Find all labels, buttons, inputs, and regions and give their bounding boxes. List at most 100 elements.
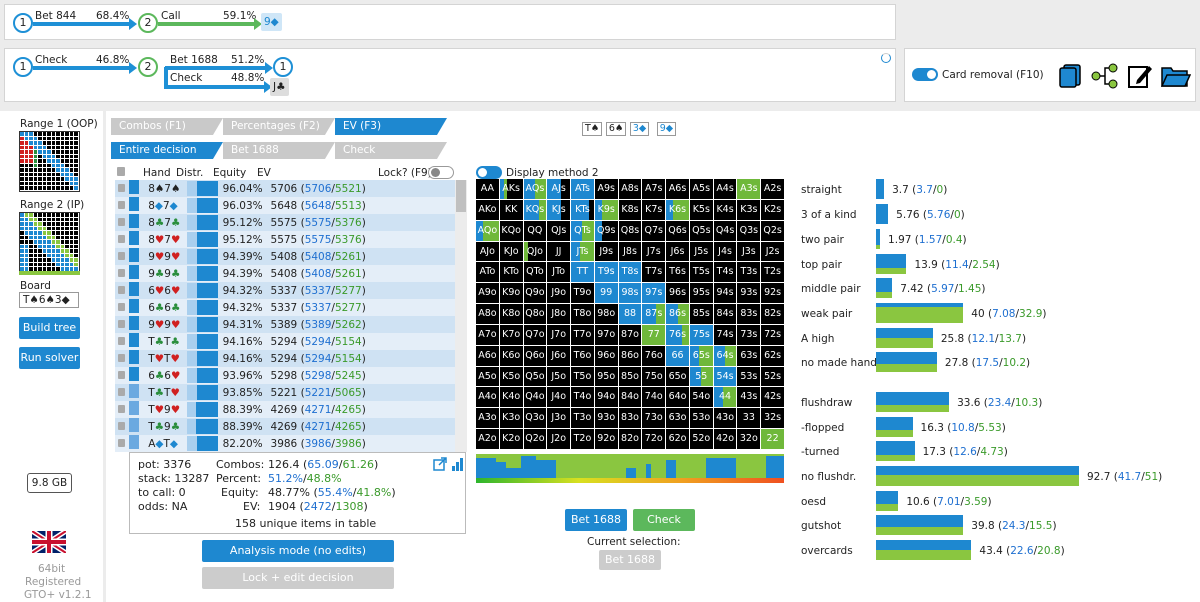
- matrix-cell[interactable]: 86o: [618, 345, 642, 366]
- build-tree-button[interactable]: Build tree: [19, 317, 80, 339]
- matrix-cell[interactable]: 99: [594, 283, 618, 304]
- matrix-cell[interactable]: Q2o: [523, 429, 547, 449]
- chart-icon[interactable]: [451, 457, 465, 471]
- tree-node-2[interactable]: 2: [138, 57, 158, 77]
- matrix-cell[interactable]: 65s: [689, 345, 713, 366]
- matrix-cell[interactable]: 97o: [594, 324, 618, 345]
- matrix-cell[interactable]: 86s: [666, 304, 689, 324]
- matrix-cell[interactable]: KTs: [571, 199, 594, 220]
- matrix-cell[interactable]: 64o: [666, 387, 689, 408]
- matrix-cell[interactable]: A2o: [476, 429, 499, 449]
- table-row[interactable]: T♥T♥ 94.16% 5294 (5294/5154): [115, 350, 455, 367]
- matrix-cell[interactable]: Q2s: [761, 220, 784, 241]
- matrix-cell[interactable]: T8s: [618, 262, 642, 283]
- matrix-cell[interactable]: K9o: [499, 283, 523, 304]
- matrix-cell[interactable]: J2o: [547, 429, 571, 449]
- row-lock-icon[interactable]: [115, 435, 129, 452]
- matrix-cell[interactable]: A8o: [476, 304, 499, 324]
- matrix-cell[interactable]: Q8o: [523, 304, 547, 324]
- matrix-cell[interactable]: 62s: [761, 345, 784, 366]
- table-row[interactable]: T♥9♥ 88.39% 4269 (4271/4265): [115, 401, 455, 418]
- matrix-cell[interactable]: 88: [618, 304, 642, 324]
- matrix-cell[interactable]: T8o: [571, 304, 594, 324]
- matrix-cell[interactable]: K2o: [499, 429, 523, 449]
- analysis-mode-button[interactable]: Analysis mode (no edits): [202, 540, 394, 562]
- table-scrollbar[interactable]: [455, 180, 467, 452]
- matrix-cell[interactable]: A7o: [476, 324, 499, 345]
- matrix-cell[interactable]: 96s: [666, 283, 689, 304]
- matrix-cell[interactable]: J6s: [666, 241, 689, 262]
- matrix-cell[interactable]: Q8s: [618, 220, 642, 241]
- matrix-cell[interactable]: J4o: [547, 387, 571, 408]
- matrix-cell[interactable]: KK: [499, 199, 523, 220]
- matrix-cell[interactable]: T4s: [713, 262, 737, 283]
- matrix-cell[interactable]: QJo: [523, 241, 547, 262]
- matrix-cell[interactable]: 82s: [761, 304, 784, 324]
- tree-card[interactable]: 9◆: [261, 13, 282, 31]
- table-row[interactable]: 6♣6♣ 94.32% 5337 (5337/5277): [115, 299, 455, 316]
- matrix-cell[interactable]: A3s: [737, 179, 761, 199]
- matrix-cell[interactable]: AJs: [547, 179, 571, 199]
- matrix-cell[interactable]: K8s: [618, 199, 642, 220]
- matrix-cell[interactable]: JTs: [571, 241, 594, 262]
- matrix-cell[interactable]: 94s: [713, 283, 737, 304]
- matrix-cell[interactable]: 43s: [737, 387, 761, 408]
- matrix-cell[interactable]: K3s: [737, 199, 761, 220]
- matrix-cell[interactable]: T9s: [594, 262, 618, 283]
- tab-bet[interactable]: Bet 1688: [223, 142, 335, 159]
- matrix-cell[interactable]: K2s: [761, 199, 784, 220]
- tree-node-1[interactable]: 1: [13, 57, 33, 77]
- matrix-cell[interactable]: AA: [476, 179, 499, 199]
- matrix-cell[interactable]: 84s: [713, 304, 737, 324]
- table-row[interactable]: 6♥6♥ 94.32% 5337 (5337/5277): [115, 282, 455, 299]
- matrix-cell[interactable]: Q9s: [594, 220, 618, 241]
- matrix-cell[interactable]: 94o: [594, 387, 618, 408]
- matrix-cell[interactable]: A5o: [476, 366, 499, 387]
- tree-action-check[interactable]: Check: [35, 54, 67, 66]
- matrix-cell[interactable]: QTs: [571, 220, 594, 241]
- tree-node-2[interactable]: 2: [138, 13, 158, 33]
- row-lock-icon[interactable]: [115, 282, 129, 299]
- row-lock-icon[interactable]: [115, 197, 129, 214]
- matrix-cell[interactable]: 83s: [737, 304, 761, 324]
- tab-combos[interactable]: Combos (F1): [111, 118, 223, 135]
- tab-entire-decision[interactable]: Entire decision: [111, 142, 223, 159]
- table-row[interactable]: 9♣9♣ 94.39% 5408 (5408/5261): [115, 265, 455, 282]
- matrix-cell[interactable]: A5s: [689, 179, 713, 199]
- matrix-cell[interactable]: 44: [713, 387, 737, 408]
- matrix-cell[interactable]: Q4o: [523, 387, 547, 408]
- matrix-cell[interactable]: 84o: [618, 387, 642, 408]
- table-row[interactable]: A◆T◆ 82.20% 3986 (3986/3986): [115, 435, 455, 452]
- matrix-cell[interactable]: 93o: [594, 408, 618, 429]
- card-removal-toggle[interactable]: [912, 68, 938, 81]
- matrix-cell[interactable]: AKo: [476, 199, 499, 220]
- row-lock-icon[interactable]: [115, 231, 129, 248]
- matrix-cell[interactable]: 53s: [737, 366, 761, 387]
- matrix-cell[interactable]: T7s: [642, 262, 666, 283]
- matrix-cell[interactable]: K7s: [642, 199, 666, 220]
- matrix-cell[interactable]: Q6s: [666, 220, 689, 241]
- matrix-cell[interactable]: Q7o: [523, 324, 547, 345]
- row-lock-icon[interactable]: [115, 180, 129, 197]
- matrix-cell[interactable]: 74s: [713, 324, 737, 345]
- tab-ev[interactable]: EV (F3): [335, 118, 447, 135]
- matrix-cell[interactable]: 32s: [761, 408, 784, 429]
- matrix-cell[interactable]: J3s: [737, 241, 761, 262]
- hand-matrix[interactable]: AA AKs AQs AJs ATs A9s A8s A7s A6s A5s A4s A3s A2s AK…: [476, 179, 784, 449]
- matrix-cell[interactable]: 75o: [642, 366, 666, 387]
- tab-percentages[interactable]: Percentages (F2): [223, 118, 335, 135]
- matrix-cell[interactable]: JJ: [547, 241, 571, 262]
- matrix-cell[interactable]: A7s: [642, 179, 666, 199]
- uk-flag-icon[interactable]: [30, 528, 68, 556]
- matrix-cell[interactable]: J4s: [713, 241, 737, 262]
- tree-card[interactable]: J♣: [270, 78, 289, 96]
- matrix-cell[interactable]: T3o: [571, 408, 594, 429]
- matrix-cell[interactable]: 32o: [737, 429, 761, 449]
- matrix-cell[interactable]: AQs: [523, 179, 547, 199]
- matrix-cell[interactable]: ATs: [571, 179, 594, 199]
- range2-grid[interactable]: [19, 212, 80, 273]
- matrix-cell[interactable]: A4s: [713, 179, 737, 199]
- export-icon[interactable]: [433, 457, 447, 471]
- check-action-button[interactable]: Check: [633, 509, 695, 531]
- matrix-cell[interactable]: 53o: [689, 408, 713, 429]
